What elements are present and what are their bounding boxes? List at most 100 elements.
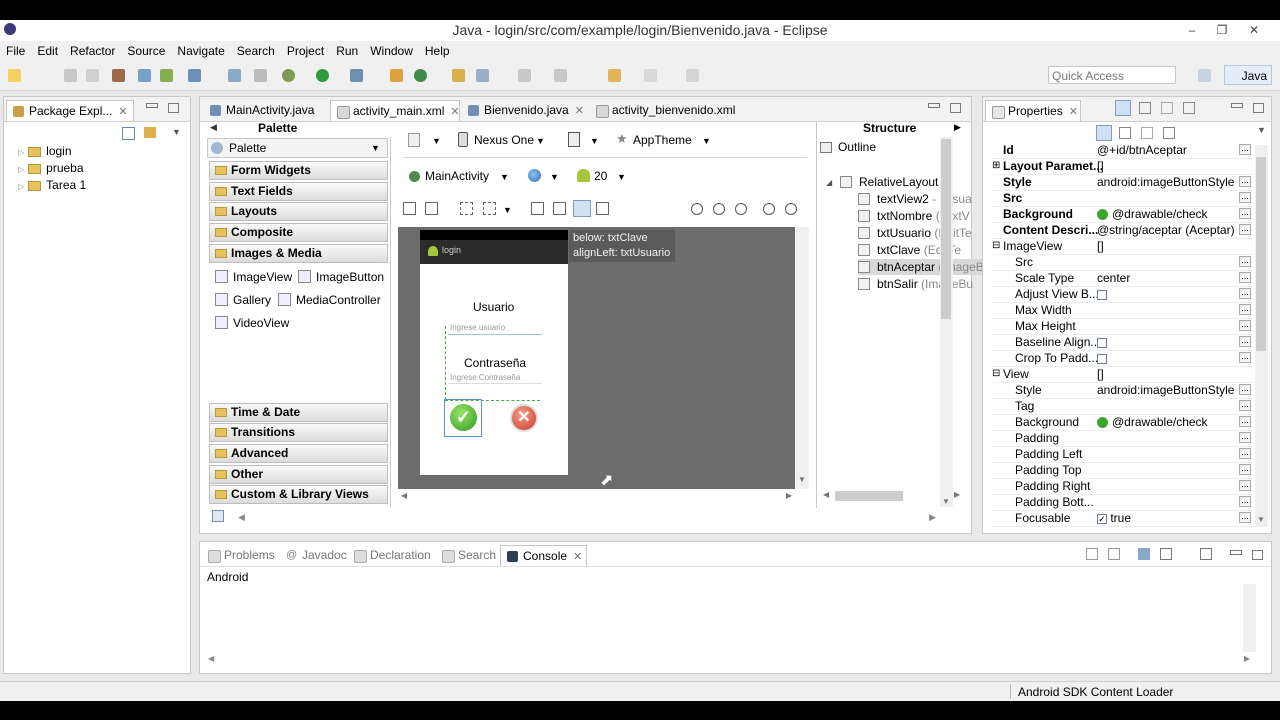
prop-row-max-height[interactable]: Max Height... xyxy=(991,318,1252,335)
ellipsis-button[interactable]: ... xyxy=(1239,512,1251,523)
chevron-down-icon[interactable]: ▼ xyxy=(590,136,599,146)
baseline-align-checkbox[interactable] xyxy=(1097,337,1107,348)
ellipsis-button[interactable]: ... xyxy=(1239,352,1251,363)
prop-row-src[interactable]: Src... xyxy=(991,190,1252,207)
prop-value[interactable]: [] xyxy=(1097,238,1237,254)
outline-btnaceptar[interactable]: btnAceptar (ImageB xyxy=(858,259,982,275)
prop-row-padding-left[interactable]: Padding Left... xyxy=(991,446,1252,463)
next-annotation-icon[interactable] xyxy=(518,69,531,82)
palette-item-gallery[interactable]: Gallery xyxy=(213,292,271,308)
canvas-vscroll[interactable]: ▼ xyxy=(796,227,809,489)
display-console-icon[interactable] xyxy=(1160,548,1172,560)
minimize-view-icon[interactable] xyxy=(146,103,158,108)
prop-value[interactable]: android:imageButtonStyle xyxy=(1097,174,1237,190)
tab-problems[interactable]: Problems xyxy=(202,545,279,566)
prop-value[interactable] xyxy=(1097,302,1237,318)
tab-activity-main-xml[interactable]: activity_main.xml ✕ xyxy=(330,100,460,121)
ellipsis-button[interactable]: ... xyxy=(1239,480,1251,491)
maximize-view-icon[interactable] xyxy=(1252,550,1263,560)
prop-value[interactable]: center xyxy=(1097,270,1237,286)
view-menu-icon[interactable]: ▼ xyxy=(172,127,181,137)
tab-bienvenido-java[interactable]: Bienvenido.java ✕ xyxy=(462,100,588,121)
prop-value-wrap[interactable]: @drawable/check xyxy=(1097,414,1237,430)
minimize-view-icon[interactable] xyxy=(1231,103,1243,108)
tab-properties[interactable]: Properties ✕ xyxy=(985,100,1081,121)
ellipsis-button[interactable]: ... xyxy=(1239,192,1251,203)
drawer-other[interactable]: Other xyxy=(209,465,388,484)
maximize-button[interactable]: ❐ xyxy=(1208,20,1236,40)
ellipsis-button[interactable]: ... xyxy=(1239,464,1251,475)
menu-search[interactable]: Search xyxy=(231,41,281,61)
prop-value-wrap[interactable] xyxy=(1097,350,1237,366)
structure-collapse-icon[interactable]: ▶ xyxy=(954,122,961,133)
prop-row-max-width[interactable]: Max Width... xyxy=(991,302,1252,319)
debug-icon[interactable] xyxy=(282,69,295,82)
drawer-form-widgets[interactable]: Form Widgets xyxy=(209,161,388,180)
minimize-button[interactable]: – xyxy=(1178,20,1206,40)
console-hscroll[interactable]: ◀ ▶ xyxy=(208,654,1250,666)
activity-selector[interactable]: MainActivity xyxy=(425,166,489,186)
skip-breakpoints-icon[interactable] xyxy=(254,69,267,82)
ellipsis-button[interactable]: ... xyxy=(1239,496,1251,507)
menu-source[interactable]: Source xyxy=(121,41,171,61)
menu-help[interactable]: Help xyxy=(419,41,456,61)
api-level-selector[interactable]: 20 xyxy=(594,166,607,186)
btn-salir-cancel-icon[interactable]: ✕ xyxy=(510,404,538,432)
close-icon[interactable]: ✕ xyxy=(450,102,459,122)
auto-connect-icon[interactable] xyxy=(573,200,591,217)
expand-arrow-icon[interactable]: ▷ xyxy=(18,148,24,157)
prop-row-tag[interactable]: Tag... xyxy=(991,398,1252,415)
close-icon[interactable]: ✕ xyxy=(573,547,582,567)
zoom-100-icon[interactable] xyxy=(735,203,747,215)
run-icon[interactable] xyxy=(316,69,329,82)
pin-editor-icon[interactable] xyxy=(686,69,699,82)
outline-hscroll[interactable]: ◀ ▶ xyxy=(820,490,962,502)
focusable-checkbox[interactable]: ✓ xyxy=(1097,513,1107,524)
prop-row-adjust-view-bounds[interactable]: Adjust View B...... xyxy=(991,286,1252,303)
theme-selector[interactable]: AppTheme xyxy=(633,130,692,150)
outline-btnsalir[interactable]: btnSalir (ImageBu xyxy=(858,276,982,292)
editor-hscroll[interactable]: ◀ ▶ xyxy=(238,512,936,524)
palette-item-mediacontroller[interactable]: MediaController xyxy=(276,292,381,308)
drawer-custom-library-views[interactable]: Custom & Library Views xyxy=(209,485,388,504)
prop-row-id[interactable]: Id @+id/btnAceptar... xyxy=(991,142,1252,159)
ellipsis-button[interactable]: ... xyxy=(1239,256,1251,267)
ellipsis-button[interactable]: ... xyxy=(1239,272,1251,283)
expand-arrow-icon[interactable]: ▷ xyxy=(18,165,24,174)
collapse-all-icon[interactable] xyxy=(122,127,135,140)
close-button[interactable]: ✕ xyxy=(1240,20,1268,40)
prop-value[interactable] xyxy=(1097,446,1237,462)
maximize-view-icon[interactable] xyxy=(1253,103,1264,113)
outline-txtclave[interactable]: txtClave (EditTe xyxy=(858,242,982,258)
outline-txtnombre[interactable]: txtNombre (TextV xyxy=(858,208,982,224)
layout-width-icon[interactable] xyxy=(403,202,416,215)
new-java-package-icon[interactable] xyxy=(390,69,403,82)
minimize-view-icon[interactable] xyxy=(928,103,940,108)
hint-usuario[interactable]: Ingrese usuario xyxy=(450,323,505,332)
layout-height-icon[interactable] xyxy=(425,202,438,215)
menu-run[interactable]: Run xyxy=(330,41,364,61)
prop-row-scale-type[interactable]: Scale Type center... xyxy=(991,270,1252,287)
prop-row-crop-to-padding[interactable]: Crop To Padd...... xyxy=(991,350,1252,367)
collapse-arrow-icon[interactable]: ◢ xyxy=(826,178,832,187)
drawer-composite[interactable]: Composite xyxy=(209,223,388,242)
chevron-down-icon[interactable]: ▼ xyxy=(500,172,509,182)
drawer-time-date[interactable]: Time & Date xyxy=(209,403,388,422)
tree-item-prueba[interactable]: ▷ prueba xyxy=(18,161,84,175)
ellipsis-button[interactable]: ... xyxy=(1239,176,1251,187)
zoom-actual-icon[interactable] xyxy=(691,203,703,215)
prop-value[interactable] xyxy=(1097,462,1237,478)
palette-item-videoview[interactable]: VideoView xyxy=(213,315,289,331)
chevron-down-icon[interactable]: ▼ xyxy=(702,136,711,146)
prop-row-padding-top[interactable]: Padding Top... xyxy=(991,462,1252,479)
align-bottom-icon[interactable] xyxy=(553,202,566,215)
console-vscroll[interactable] xyxy=(1243,584,1256,652)
prop-row-padding-right[interactable]: Padding Right... xyxy=(991,478,1252,495)
ellipsis-button[interactable]: ... xyxy=(1239,208,1251,219)
ellipsis-button[interactable]: ... xyxy=(1239,384,1251,395)
tab-console[interactable]: Console ✕ xyxy=(500,545,588,567)
show-advanced-properties-icon[interactable] xyxy=(1119,127,1131,139)
prop-value[interactable] xyxy=(1097,254,1237,270)
crop-to-padding-checkbox[interactable] xyxy=(1097,353,1107,364)
prop-row-baseline-align[interactable]: Baseline Align...... xyxy=(991,334,1252,351)
